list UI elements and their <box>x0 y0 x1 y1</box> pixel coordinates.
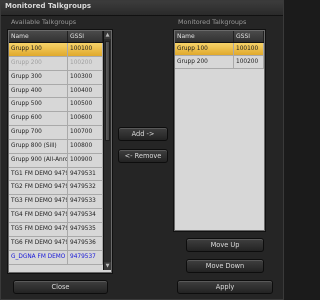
monitored-talkgroups-list[interactable]: Name GSSI Grupp 100 100100 Grupp 200 100200 <box>173 29 266 232</box>
table-row[interactable]: Grupp 200 100200 <box>9 56 103 71</box>
table-row[interactable]: TG1 FM DEMO 9479 9479531 <box>9 167 103 182</box>
up-arrow-icon[interactable]: ▲ <box>104 31 111 39</box>
monitored-talkgroups-window: Monitored Talkgroups Available Talkgroup… <box>0 0 284 300</box>
gssi-cell: 100200 <box>234 56 264 68</box>
move-up-button[interactable]: Move Up <box>186 238 264 252</box>
talkgroup-name-cell: Grupp 200 <box>9 56 68 70</box>
talkgroup-name-cell: Grupp 500 <box>9 98 68 112</box>
table-row[interactable]: TG6 FM DEMO 9479 9479536 <box>9 236 103 251</box>
table-row[interactable]: Grupp 900 (All-Anrop 100900 <box>9 153 103 168</box>
gssi-cell: 100400 <box>68 84 103 98</box>
available-talkgroups-list[interactable]: Name GSSI Grupp 100 100100 Grupp 200 100200… <box>7 29 113 274</box>
table-row[interactable]: Grupp 400 100400 <box>9 84 103 99</box>
talkgroup-name-cell: TG6 FM DEMO 9479 <box>9 236 68 250</box>
gssi-cell: 9479537 <box>68 250 103 264</box>
gssi-cell: 100700 <box>68 126 103 140</box>
monitored-talkgroups-label: Monitored Talkgroups <box>178 18 247 26</box>
gssi-cell: 9479531 <box>68 167 103 181</box>
monitored-rows: Grupp 100 100100 Grupp 200 100200 <box>175 43 264 69</box>
available-talkgroups-label: Available Talkgroups <box>11 18 77 26</box>
table-row[interactable]: TG3 FM DEMO 9479 9479533 <box>9 195 103 210</box>
table-row[interactable]: Grupp 100 100100 <box>175 43 264 56</box>
talkgroup-name-cell: Grupp 700 <box>9 126 68 140</box>
window-title: Monitored Talkgroups <box>5 2 92 10</box>
talkgroup-name-cell: TG2 FM DEMO 9479 <box>9 181 68 195</box>
column-header-gssi[interactable]: GSSI <box>234 31 264 42</box>
down-arrow-icon[interactable]: ▼ <box>104 262 111 270</box>
table-row[interactable]: TG2 FM DEMO 9479 9479532 <box>9 181 103 196</box>
table-row[interactable]: Grupp 200 100200 <box>175 56 264 69</box>
talkgroup-name-cell: Grupp 900 (All-Anrop <box>9 153 68 167</box>
talkgroup-name-cell: Grupp 400 <box>9 84 68 98</box>
move-down-button[interactable]: Move Down <box>186 259 264 273</box>
talkgroup-name-cell: TG3 FM DEMO 9479 <box>9 195 68 209</box>
talkgroup-name-cell: TG1 FM DEMO 9479 <box>9 167 68 181</box>
talkgroup-name-cell: Grupp 100 <box>175 43 234 55</box>
talkgroup-name-cell: TG4 FM DEMO 9479 <box>9 209 68 223</box>
table-row[interactable]: TG5 FM DEMO 9479 9479535 <box>9 222 103 237</box>
table-row[interactable]: Grupp 500 100500 <box>9 98 103 113</box>
talkgroup-name-cell: G_DGNA FM DEMO 9 <box>9 250 68 264</box>
talkgroup-name-cell: Grupp 200 <box>175 56 234 68</box>
table-row[interactable]: Grupp 600 100600 <box>9 112 103 127</box>
table-row[interactable]: Grupp 800 (Sill) 100800 <box>9 139 103 154</box>
talkgroup-name-cell: TG5 FM DEMO 9479 <box>9 222 68 236</box>
table-row[interactable]: Grupp 100 100100 <box>9 43 103 57</box>
available-rows: Grupp 100 100100 Grupp 200 100200 Grupp 300 1… <box>9 43 103 265</box>
talkgroup-name-cell: Grupp 100 <box>9 43 68 56</box>
column-header-name[interactable]: Name <box>175 31 234 42</box>
column-header-gssi[interactable]: GSSI <box>68 31 103 42</box>
list-header: Name GSSI <box>9 31 103 43</box>
add-button[interactable]: Add -> <box>118 127 168 141</box>
list-header: Name GSSI <box>175 31 264 43</box>
gssi-cell: 100200 <box>68 56 103 70</box>
table-row[interactable]: TG4 FM DEMO 9479 9479534 <box>9 209 103 223</box>
remove-button[interactable]: <- Remove <box>118 149 168 163</box>
talkgroup-name-cell: Grupp 300 <box>9 70 68 84</box>
gssi-cell: 100800 <box>68 139 103 153</box>
talkgroup-name-cell: Grupp 600 <box>9 112 68 126</box>
gssi-cell: 100100 <box>234 43 264 55</box>
gssi-cell: 9479533 <box>68 195 103 209</box>
talkgroup-name-cell: Grupp 800 (Sill) <box>9 139 68 153</box>
gssi-cell: 9479534 <box>68 209 103 223</box>
close-button[interactable]: Close <box>13 280 108 294</box>
title-bar[interactable]: Monitored Talkgroups <box>1 1 283 16</box>
available-scrollbar[interactable]: ▲ ▼ <box>103 31 111 270</box>
gssi-cell: 9479535 <box>68 222 103 236</box>
table-row[interactable]: Grupp 700 100700 <box>9 126 103 140</box>
gssi-cell: 100900 <box>68 153 103 167</box>
gssi-cell: 100300 <box>68 70 103 84</box>
table-row[interactable]: G_DGNA FM DEMO 9 9479537 <box>9 250 103 265</box>
gssi-cell: 9479536 <box>68 236 103 250</box>
gssi-cell: 100600 <box>68 112 103 126</box>
column-header-name[interactable]: Name <box>9 31 68 42</box>
apply-button[interactable]: Apply <box>177 280 273 294</box>
gssi-cell: 100500 <box>68 98 103 112</box>
table-row[interactable]: Grupp 300 100300 <box>9 70 103 85</box>
gssi-cell: 100100 <box>68 43 103 56</box>
scrollbar-thumb[interactable] <box>105 41 110 141</box>
gssi-cell: 9479532 <box>68 181 103 195</box>
